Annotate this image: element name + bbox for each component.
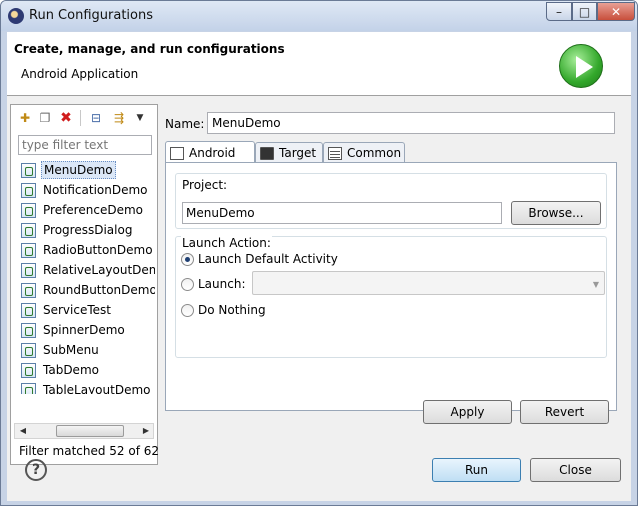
- configuration-list-panel: ✚ ❐ ✖ ⊟ ⇶ ▼ MenuDemo NotificationDemo Pr…: [10, 104, 160, 465]
- run-button[interactable]: Run: [432, 458, 521, 482]
- project-label: Project:: [181, 178, 229, 192]
- tree-item[interactable]: SpinnerDemo: [17, 320, 155, 340]
- delete-icon[interactable]: ✖: [58, 110, 74, 126]
- android-app-icon: [21, 242, 36, 258]
- tree-item[interactable]: RadioButtonDemo: [17, 240, 155, 260]
- run-play-icon: [559, 44, 603, 88]
- android-app-icon: [21, 342, 36, 358]
- revert-button[interactable]: Revert: [520, 400, 609, 424]
- filter-icon[interactable]: ⇶: [111, 110, 127, 126]
- apply-button[interactable]: Apply: [423, 400, 512, 424]
- scrollbar-thumb[interactable]: [56, 425, 124, 437]
- launch-activity-select[interactable]: ▼: [252, 271, 605, 295]
- radio-unchecked[interactable]: [181, 277, 194, 291]
- launch-default-activity-radio[interactable]: Launch Default Activity: [181, 249, 338, 269]
- scroll-left-icon[interactable]: ◀: [15, 424, 31, 438]
- tree-item[interactable]: MenuDemo: [17, 160, 155, 180]
- android-app-icon: [21, 202, 36, 218]
- title-bar[interactable]: Run Configurations – □ ✕: [1, 1, 637, 31]
- radio-unchecked[interactable]: [181, 303, 194, 317]
- tab-target[interactable]: Target: [255, 142, 323, 163]
- config-toolbar: ✚ ❐ ✖ ⊟ ⇶ ▼: [11, 105, 157, 131]
- launch-activity-radio[interactable]: Launch:: [181, 274, 246, 294]
- monitor-icon: [260, 146, 274, 160]
- table-icon: [328, 146, 342, 160]
- dialog-subheading: Android Application: [21, 67, 139, 81]
- android-app-icon: [21, 362, 36, 378]
- android-tab-panel: Project: Browse... Launch Action: Launch…: [165, 162, 617, 411]
- tree-item[interactable]: ServiceTest: [17, 300, 155, 320]
- dialog-client-area: Create, manage, and run configurations A…: [7, 32, 631, 501]
- collapse-all-icon[interactable]: ⊟: [88, 110, 104, 126]
- android-app-icon: [21, 302, 36, 318]
- android-tab-icon: [170, 146, 184, 160]
- tree-item[interactable]: SubMenu: [17, 340, 155, 360]
- android-app-icon: [21, 262, 36, 278]
- minimize-button[interactable]: –: [546, 2, 572, 21]
- horizontal-scrollbar[interactable]: ◀ ▶: [14, 423, 154, 439]
- dialog-header: Create, manage, and run configurations A…: [7, 32, 631, 96]
- tab-android[interactable]: Android: [165, 141, 255, 164]
- do-nothing-radio[interactable]: Do Nothing: [181, 300, 266, 320]
- run-configurations-window: Run Configurations – □ ✕ Create, manage,…: [0, 0, 638, 506]
- project-field[interactable]: [182, 202, 502, 224]
- tree-item[interactable]: NotificationDemo: [17, 180, 155, 200]
- android-app-icon: [21, 282, 36, 298]
- filter-input[interactable]: [18, 135, 152, 155]
- android-app-icon: [21, 322, 36, 338]
- tree-item[interactable]: PreferenceDemo: [17, 200, 155, 220]
- help-icon[interactable]: ?: [25, 459, 47, 481]
- name-field[interactable]: [207, 112, 615, 134]
- android-app-icon: [21, 182, 36, 198]
- view-menu-icon[interactable]: ▼: [132, 110, 148, 126]
- tab-common[interactable]: Common: [323, 142, 405, 163]
- tree-item[interactable]: TabDemo: [17, 360, 155, 380]
- android-app-icon: [21, 222, 36, 238]
- configuration-tree: MenuDemo NotificationDemo PreferenceDemo…: [17, 160, 155, 394]
- toolbar-divider: [80, 110, 81, 126]
- new-config-icon[interactable]: ✚: [17, 110, 33, 126]
- config-tabs: Android Target Common: [165, 141, 617, 164]
- tree-item[interactable]: RoundButtonDemo: [17, 280, 155, 300]
- tree-item[interactable]: RelativeLayoutDem: [17, 260, 155, 280]
- android-app-icon: [21, 382, 36, 394]
- project-group: Project: Browse...: [175, 173, 607, 229]
- window-title: Run Configurations: [29, 8, 153, 23]
- tree-item[interactable]: ProgressDialog: [17, 220, 155, 240]
- scroll-right-icon[interactable]: ▶: [138, 424, 154, 438]
- browse-button[interactable]: Browse...: [511, 201, 601, 225]
- duplicate-icon[interactable]: ❐: [37, 110, 53, 126]
- dialog-heading: Create, manage, and run configurations: [14, 42, 285, 56]
- close-button[interactable]: Close: [530, 458, 621, 482]
- tree-item[interactable]: TableLayoutDemo: [17, 380, 155, 394]
- chevron-down-icon: ▼: [592, 280, 599, 289]
- name-label: Name:: [165, 117, 205, 131]
- maximize-button[interactable]: □: [572, 2, 597, 21]
- close-window-button[interactable]: ✕: [597, 2, 635, 21]
- android-app-icon: [21, 162, 36, 178]
- launch-action-group: Launch Action: Launch Default Activity L…: [175, 236, 607, 358]
- launch-action-label: Launch Action:: [181, 236, 272, 250]
- filter-status: Filter matched 52 of 62: [19, 444, 160, 458]
- eclipse-icon: [8, 8, 24, 24]
- radio-checked[interactable]: [181, 252, 194, 266]
